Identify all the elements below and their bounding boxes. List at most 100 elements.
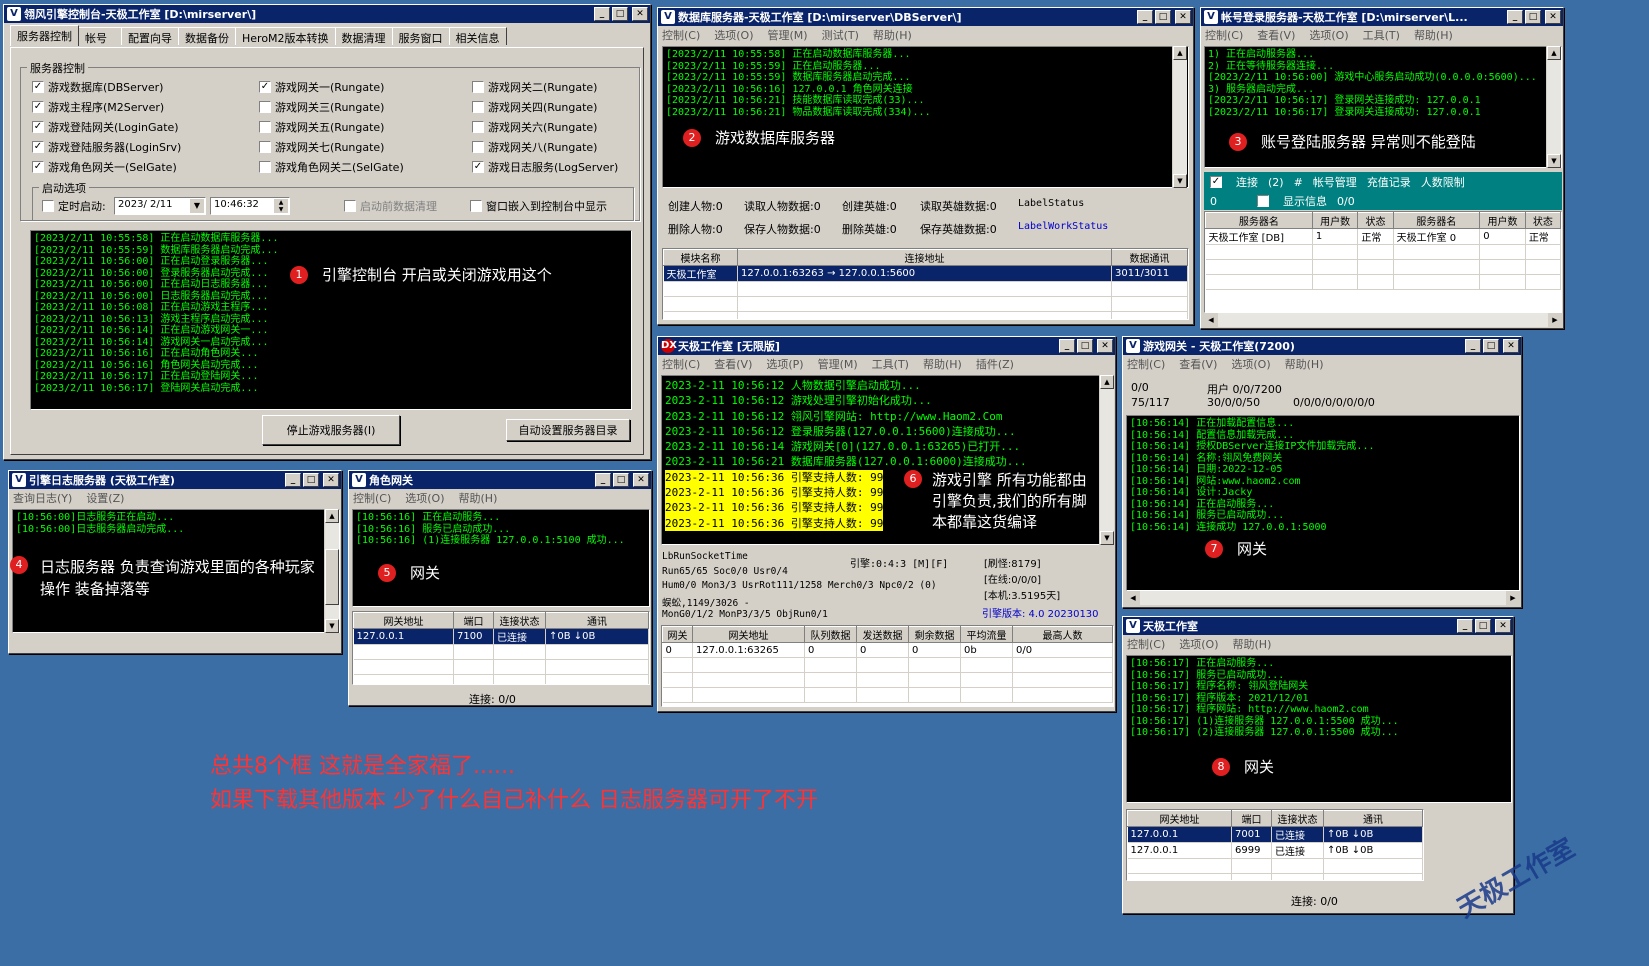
- server-checkbox[interactable]: 游戏网关八(Rungate): [472, 139, 597, 155]
- checkbox-box[interactable]: ✓: [32, 121, 44, 133]
- server-checkbox[interactable]: 游戏角色网关二(SelGate): [259, 159, 404, 175]
- checkbox-box[interactable]: [259, 161, 271, 173]
- db-server-window[interactable]: V 数据库服务器-天极工作室 [D:\mirserver\DBServer\] …: [657, 7, 1194, 325]
- column-header[interactable]: 用户数: [1479, 212, 1526, 229]
- tab-data-clean[interactable]: 数据清理: [334, 27, 393, 45]
- server-checkbox[interactable]: 游戏网关三(Rungate): [259, 99, 384, 115]
- role-gate-titlebar[interactable]: V 角色网关 _ □ ✕: [349, 471, 651, 489]
- engine-console-titlebar[interactable]: V 翎风引擎控制台-天极工作室 [D:\mirserver\] _ □ ✕: [4, 5, 650, 23]
- menu-item[interactable]: 选项(O): [405, 490, 444, 506]
- scroll-up-icon[interactable]: ▲: [1100, 375, 1114, 389]
- db-server-titlebar[interactable]: V 数据库服务器-天极工作室 [D:\mirserver\DBServer\] …: [658, 8, 1193, 26]
- menu-item[interactable]: 帮助(H): [923, 356, 962, 372]
- menu-item[interactable]: 选项(O): [1179, 636, 1218, 652]
- tab-server-control[interactable]: 服务器控制: [10, 25, 79, 46]
- account-manage-button[interactable]: 帐号管理: [1313, 174, 1357, 190]
- column-header[interactable]: 服务器名: [1205, 212, 1313, 229]
- game-gateway-titlebar[interactable]: V 游戏网关 - 天极工作室(7200) _ □ ✕: [1123, 337, 1521, 355]
- server-checkbox[interactable]: ✓ 游戏数据库(DBServer): [32, 79, 163, 95]
- engine-console-window[interactable]: V 翎风引擎控制台-天极工作室 [D:\mirserver\] _ □ ✕ 服务器控…: [3, 4, 651, 460]
- scroll-up-icon[interactable]: ▲: [1547, 46, 1561, 60]
- scroll-down-icon[interactable]: ▼: [325, 619, 339, 633]
- server-checkbox[interactable]: ✓ 游戏日志服务(LogServer): [472, 159, 618, 175]
- menu-item[interactable]: 插件(Z): [976, 356, 1014, 372]
- embed-window-checkbox[interactable]: 窗口嵌入到控制台中显示: [470, 198, 607, 214]
- recharge-record-button[interactable]: 充值记录: [1367, 174, 1411, 190]
- column-header[interactable]: 剩余数据: [908, 626, 961, 643]
- scroll-up-icon[interactable]: ▲: [325, 509, 339, 523]
- login-server-window[interactable]: V 帐号登录服务器-天极工作室 [D:\mirserver\L... _ □ ✕ 控…: [1200, 7, 1564, 329]
- column-header[interactable]: 连接状态: [1271, 810, 1324, 827]
- menu-item[interactable]: 工具(T): [872, 356, 909, 372]
- column-header[interactable]: 网关地址: [353, 612, 454, 629]
- tab-data-backup[interactable]: 数据备份: [178, 27, 236, 45]
- minimize-button[interactable]: _: [285, 473, 301, 487]
- connect-checkbox[interactable]: ✓: [1210, 176, 1222, 188]
- column-header[interactable]: 模块名称: [663, 249, 738, 266]
- minimize-button[interactable]: _: [595, 473, 611, 487]
- column-header[interactable]: 队列数据: [804, 626, 857, 643]
- column-header[interactable]: 最高人数: [1012, 626, 1113, 643]
- maximize-button[interactable]: □: [1483, 339, 1499, 353]
- menu-item[interactable]: 工具(T): [1363, 27, 1400, 43]
- checkbox-box[interactable]: [472, 101, 484, 113]
- db-module-grid[interactable]: 模块名称 连接地址 数据通讯 天极工作室 127.0.0.1:63263 → 127.0…: [662, 248, 1189, 320]
- time-spinner[interactable]: 10:46:32 ▲ ▼: [210, 197, 290, 215]
- column-header[interactable]: 平均流量: [960, 626, 1013, 643]
- spin-arrows-icon[interactable]: ▲ ▼: [274, 199, 288, 213]
- close-button[interactable]: ✕: [1097, 339, 1113, 353]
- checkbox-box[interactable]: ✓: [32, 81, 44, 93]
- column-header[interactable]: 网关地址: [1127, 810, 1232, 827]
- role-gate-grid[interactable]: 网关地址 端口 连接状态 通讯 127.0.0.1 7100 已连接 ↑0B ↓0B: [352, 611, 650, 685]
- date-picker[interactable]: 2023/ 2/11 ▼: [114, 197, 206, 215]
- column-header[interactable]: 端口: [453, 612, 494, 629]
- timed-start-checkbox[interactable]: 定时启动:: [42, 198, 106, 214]
- tab-herom2-convert[interactable]: HeroM2版本转换: [235, 27, 336, 45]
- column-header[interactable]: 数据通讯: [1111, 249, 1188, 266]
- minimize-button[interactable]: _: [1507, 10, 1523, 24]
- checkbox-box[interactable]: ✓: [472, 161, 484, 173]
- column-header[interactable]: 通讯: [545, 612, 649, 629]
- column-header[interactable]: 连接状态: [493, 612, 546, 629]
- close-button[interactable]: ✕: [1545, 10, 1561, 24]
- column-header[interactable]: 状态: [1357, 212, 1394, 229]
- show-info-checkbox[interactable]: [1257, 195, 1269, 207]
- menu-item[interactable]: 查询日志(Y): [13, 490, 72, 506]
- menu-item[interactable]: 帮助(H): [1414, 27, 1453, 43]
- login-gateway-grid[interactable]: 网关地址 端口 连接状态 通讯 127.0.0.1 7001 已连接 ↑0B ↓0B 127.0…: [1126, 809, 1424, 881]
- column-header[interactable]: 通讯: [1323, 810, 1423, 827]
- menu-item[interactable]: 控制(C): [353, 490, 391, 506]
- maximize-button[interactable]: □: [1525, 10, 1541, 24]
- server-checkbox[interactable]: ✓ 游戏角色网关一(SelGate): [32, 159, 177, 175]
- scroll-left-icon[interactable]: ◀: [1126, 591, 1140, 605]
- tab-service-window[interactable]: 服务窗口: [391, 27, 450, 45]
- server-checkbox[interactable]: ✓ 游戏主程序(M2Server): [32, 99, 164, 115]
- server-checkbox[interactable]: ✓ 游戏登陆网关(LoginGate): [32, 119, 179, 135]
- menu-item[interactable]: 管理(M): [768, 27, 808, 43]
- menu-item[interactable]: 选项(P): [766, 356, 803, 372]
- log-server-titlebar[interactable]: V 引擎日志服务器 (天极工作室) _ □ ✕: [9, 471, 341, 489]
- column-header[interactable]: 发送数据: [856, 626, 909, 643]
- checkbox-box[interactable]: [259, 121, 271, 133]
- scroll-thumb[interactable]: [325, 549, 339, 605]
- close-button[interactable]: ✕: [1175, 10, 1191, 24]
- scroll-down-icon[interactable]: ▼: [1173, 174, 1187, 188]
- horizontal-scrollbar[interactable]: ◀ ▶: [1126, 591, 1520, 605]
- tab-account[interactable]: 帐号: [78, 27, 122, 45]
- tab-config-wizard[interactable]: 配置向导: [121, 27, 179, 45]
- table-row[interactable]: 127.0.0.1 7001 已连接 ↑0B ↓0B: [1127, 826, 1423, 843]
- close-button[interactable]: ✕: [1495, 619, 1511, 633]
- checkbox-box[interactable]: [259, 101, 271, 113]
- minimize-button[interactable]: _: [1137, 10, 1153, 24]
- column-header[interactable]: 网关地址: [692, 626, 805, 643]
- checkbox-box[interactable]: ✓: [32, 161, 44, 173]
- scrollbar[interactable]: ▲ ▼: [1099, 375, 1114, 545]
- checkbox-box[interactable]: ✓: [32, 141, 44, 153]
- server-checkbox[interactable]: 游戏网关二(Rungate): [472, 79, 597, 95]
- column-header[interactable]: 网关: [662, 626, 693, 643]
- engine-gateway-grid[interactable]: 网关 网关地址 队列数据 发送数据 剩余数据 平均流量 最高人数 0 127.0.0.1:632…: [661, 625, 1114, 707]
- menu-item[interactable]: 帮助(H): [873, 27, 912, 43]
- table-row[interactable]: 127.0.0.1 6999 已连接 ↑0B ↓0B: [1127, 842, 1423, 859]
- menu-item[interactable]: 控制(C): [662, 356, 700, 372]
- user-limit-button[interactable]: 人数限制: [1421, 174, 1465, 190]
